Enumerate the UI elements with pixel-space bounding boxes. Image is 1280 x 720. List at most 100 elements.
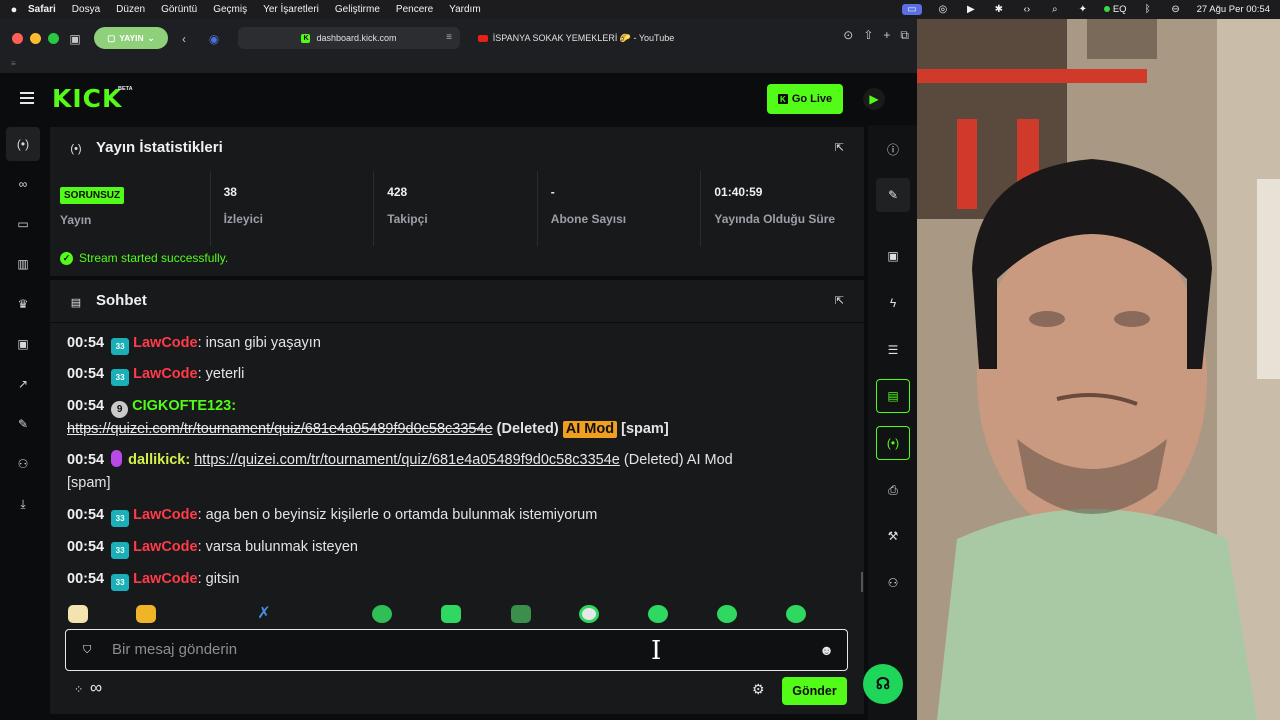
kick-header: KICK BETA K Go Live ▶	[0, 73, 917, 125]
message-username[interactable]: CIGKOFTE123	[132, 398, 231, 414]
message-username[interactable]: LawCode	[133, 507, 197, 523]
broadcast-icon[interactable]: (•)	[6, 127, 40, 161]
emote-chart-icon[interactable]	[511, 605, 531, 623]
stat-value: 38	[223, 185, 237, 199]
menu-duzen[interactable]: Düzen	[116, 4, 145, 15]
menu-yardim[interactable]: Yardım	[449, 4, 481, 15]
emote-dance-icon[interactable]: ✗	[254, 605, 274, 623]
menu-pencere[interactable]: Pencere	[396, 4, 433, 15]
focus-icon[interactable]: ⊖	[1169, 4, 1183, 15]
message-username[interactable]: LawCode	[133, 335, 197, 351]
infinity-icon[interactable]: ∞	[90, 678, 102, 698]
scroll-icon[interactable]: ◎	[936, 4, 950, 15]
tab-youtube[interactable]: İSPANYA SOKAK YEMEKLERİ 🌮 - YouTube	[470, 27, 682, 49]
play-icon[interactable]: ▶	[964, 4, 978, 15]
emote-grin-icon[interactable]	[717, 605, 737, 623]
menu-goruntu[interactable]: Görüntü	[161, 4, 197, 15]
stat-label: Yayın	[60, 213, 92, 227]
window-icon[interactable]: ▭	[6, 207, 40, 241]
code-icon[interactable]: ‹›	[1020, 4, 1034, 15]
menu-yer-isaretleri[interactable]: Yer İşaretleri	[263, 4, 319, 15]
share-icon[interactable]: ⇧	[863, 28, 873, 43]
wrench-icon[interactable]: ✎	[6, 407, 40, 441]
download-icon[interactable]: ⤓	[6, 487, 40, 521]
avatar[interactable]: ▶	[863, 88, 885, 110]
bolt-icon[interactable]: ϟ	[876, 286, 910, 320]
emote-smile-icon[interactable]	[648, 605, 668, 623]
sidebar-toggle-icon[interactable]: ▣	[66, 28, 84, 49]
send-button[interactable]: Gönder	[782, 677, 847, 705]
message-username[interactable]: LawCode	[133, 571, 197, 587]
tab-overview-icon[interactable]: ⧉	[900, 28, 909, 43]
emoji-picker-icon[interactable]: ☻	[819, 642, 834, 658]
screen-record-icon[interactable]: ▭	[901, 4, 922, 15]
users-icon[interactable]: ⚇	[6, 447, 40, 481]
broadcast-icon[interactable]: (•)	[876, 426, 910, 460]
film-icon[interactable]: ▣	[6, 327, 40, 361]
go-live-button[interactable]: K Go Live	[767, 84, 843, 114]
hamburger-menu-icon[interactable]	[20, 92, 34, 104]
subscriber-badge: 33	[111, 338, 130, 355]
shield-icon[interactable]: ⛉	[83, 644, 96, 658]
menu-dosya[interactable]: Dosya	[72, 4, 100, 15]
reader-icon[interactable]: ≡	[446, 32, 452, 43]
message-username[interactable]: dallikick	[128, 452, 185, 468]
message-link[interactable]: https://quizei.com/tr/tournament/quiz/68…	[194, 452, 620, 468]
film-icon[interactable]: ▣	[876, 239, 910, 273]
growth-icon[interactable]: ↗	[6, 367, 40, 401]
emote-cat-icon[interactable]	[136, 605, 156, 623]
downloads-icon[interactable]: ⊙	[843, 28, 853, 43]
sparkle-icon[interactable]: ✦	[1076, 4, 1090, 15]
apple-icon[interactable]: ●	[0, 4, 28, 16]
stats-title: Yayın İstatistikleri	[96, 139, 223, 156]
menubar-clock[interactable]: 27 Ağu Per 00:54	[1197, 4, 1270, 15]
level-badge: 9	[111, 401, 129, 418]
maximize-window-icon[interactable]	[48, 33, 59, 44]
message-text: : gitsin	[197, 571, 240, 587]
chat-input[interactable]: ⛉ Bir mesaj gönderin I ☻	[65, 629, 848, 671]
spread-icon[interactable]: ✱	[992, 4, 1006, 15]
message-text: : yeterli	[197, 366, 245, 382]
emote-happy-icon[interactable]	[786, 605, 806, 623]
popout-icon[interactable]: ⇱	[835, 141, 844, 154]
link-icon[interactable]: ∞	[6, 167, 40, 201]
eq-indicator[interactable]: EQ	[1103, 4, 1127, 15]
trophy-icon[interactable]: ♛	[6, 287, 40, 321]
new-tab-icon[interactable]: +	[883, 28, 890, 43]
emote-eyes-icon[interactable]	[579, 605, 599, 623]
chat-footer: ⁘ ∞ ⚙ Gönder	[50, 676, 864, 706]
print-icon[interactable]: ⎙	[876, 473, 910, 507]
message-username[interactable]: LawCode	[133, 366, 197, 382]
chart-icon[interactable]: ▥	[6, 247, 40, 281]
stream-started-message: ✓ Stream started successfully.	[60, 251, 228, 265]
extension-icon[interactable]: ◉	[204, 28, 224, 49]
menu-gelistirme[interactable]: Geliştirme	[335, 4, 380, 15]
bluetooth-icon[interactable]: ᛒ	[1141, 4, 1155, 15]
chat-icon[interactable]: ▤	[876, 379, 910, 413]
minimize-window-icon[interactable]	[30, 33, 41, 44]
emote-green-blob-icon[interactable]	[372, 605, 392, 623]
support-headset-button[interactable]: ☊	[863, 664, 903, 704]
gear-icon[interactable]: ⚙	[752, 681, 765, 698]
menu-gecmis[interactable]: Geçmiş	[213, 4, 247, 15]
users-dots-icon[interactable]: ⁘	[74, 683, 83, 696]
deleted-link[interactable]: https://quizei.com/tr/tournament/quiz/68…	[67, 421, 493, 437]
menu-app-name[interactable]: Safari	[28, 4, 56, 15]
emote-green-face-icon[interactable]	[441, 605, 461, 623]
close-window-icon[interactable]	[12, 33, 23, 44]
tab-kick-dashboard[interactable]: K dashboard.kick.com ≡	[238, 27, 460, 49]
popout-icon[interactable]: ⇱	[835, 294, 844, 307]
wrench-icon[interactable]: ⚒	[876, 519, 910, 553]
users-icon[interactable]: ⚇	[876, 566, 910, 600]
emote-anime-icon[interactable]	[68, 605, 88, 623]
pen-icon[interactable]: ✎	[876, 178, 910, 212]
search-icon[interactable]: ⌕	[1048, 4, 1062, 15]
list-icon[interactable]: ☰	[876, 333, 910, 367]
back-icon[interactable]: ‹	[175, 28, 193, 49]
chat-scrollbar[interactable]	[861, 572, 863, 592]
profile-yayin-button[interactable]: ▢ YAYIN ⌄	[94, 27, 168, 49]
kick-logo[interactable]: KICK	[52, 84, 122, 113]
spam-reason: [spam]	[67, 475, 111, 491]
message-username[interactable]: LawCode	[133, 539, 197, 555]
info-icon[interactable]: ⓘ	[876, 132, 910, 166]
